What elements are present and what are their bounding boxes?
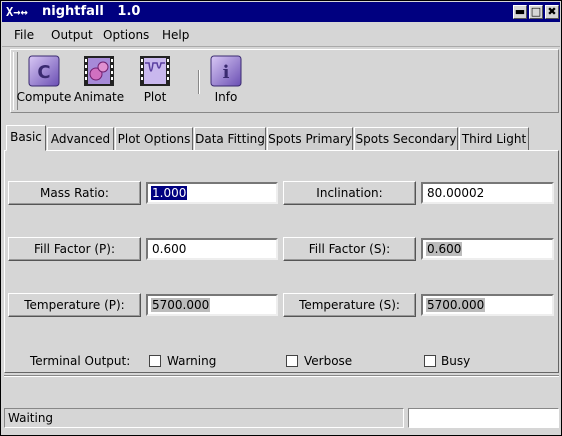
animate-icon xyxy=(83,55,115,87)
compute-icon: C xyxy=(28,55,60,87)
menu-output[interactable]: Output xyxy=(51,27,93,43)
tab-spots-secondary[interactable]: Spots Secondary xyxy=(354,127,458,151)
tab-plot-options[interactable]: Plot Options xyxy=(115,127,193,151)
animate-label: Animate xyxy=(73,90,125,104)
svg-text:C: C xyxy=(37,62,50,83)
plot-button[interactable]: Plot xyxy=(127,55,183,111)
status-progress-area xyxy=(408,408,559,428)
animate-button[interactable]: Animate xyxy=(71,55,127,111)
warning-label[interactable]: Warning xyxy=(167,353,216,369)
busy-label[interactable]: Busy xyxy=(441,353,470,369)
title-bar[interactable]: X→↔ nightfall 1.0 ▬ □ ✖ xyxy=(2,2,560,22)
tab-advanced[interactable]: Advanced xyxy=(47,127,114,151)
tab-third-light[interactable]: Third Light xyxy=(459,127,529,151)
compute-button[interactable]: C Compute xyxy=(16,55,72,111)
info-icon: i xyxy=(210,55,242,87)
temperature-p-button[interactable]: Temperature (P): xyxy=(8,293,141,317)
tab-spots-primary[interactable]: Spots Primary xyxy=(267,127,353,151)
plot-label: Plot xyxy=(143,90,167,104)
svg-text:i: i xyxy=(223,62,230,83)
fill-factor-s-button[interactable]: Fill Factor (S): xyxy=(283,237,416,261)
warning-checkbox[interactable] xyxy=(149,355,161,367)
fill-factor-p-input[interactable]: 0.600 xyxy=(146,238,278,260)
compute-label: Compute xyxy=(16,90,72,104)
app-window: X→↔ nightfall 1.0 ▬ □ ✖ File Output Opti… xyxy=(0,0,562,436)
minimize-button[interactable]: ▬ xyxy=(513,5,527,19)
temperature-p-input[interactable]: 5700.000 xyxy=(146,294,278,316)
info-button[interactable]: i Info xyxy=(198,55,254,111)
mass-ratio-input[interactable]: 1.000 xyxy=(146,182,278,204)
status-separator xyxy=(4,375,559,377)
inclination-button[interactable]: Inclination: xyxy=(283,181,416,205)
window-menu-icon[interactable]: X→↔ xyxy=(6,3,34,21)
window-title: nightfall 1.0 xyxy=(42,4,141,19)
menu-file[interactable]: File xyxy=(14,27,34,43)
maximize-button[interactable]: □ xyxy=(529,5,543,19)
temperature-s-input[interactable]: 5700.000 xyxy=(421,294,554,316)
tab-data-fitting[interactable]: Data Fitting xyxy=(194,127,266,151)
plot-icon xyxy=(139,55,171,87)
inclination-input[interactable]: 80.00002 xyxy=(421,182,554,204)
fill-factor-s-input[interactable]: 0.600 xyxy=(421,238,554,260)
fill-factor-p-button[interactable]: Fill Factor (P): xyxy=(8,237,141,261)
toolbar: C Compute Animate Plot i Info xyxy=(10,49,559,113)
verbose-label[interactable]: Verbose xyxy=(304,353,352,369)
temperature-s-button[interactable]: Temperature (S): xyxy=(283,293,416,317)
verbose-checkbox[interactable] xyxy=(286,355,298,367)
terminal-output-label: Terminal Output: xyxy=(30,354,131,368)
status-bar: Waiting xyxy=(4,408,404,428)
menu-help[interactable]: Help xyxy=(162,27,189,43)
mass-ratio-button[interactable]: Mass Ratio: xyxy=(8,181,141,205)
menu-bar: File Output Options Help xyxy=(2,23,560,47)
tab-basic[interactable]: Basic xyxy=(6,125,46,151)
menu-options[interactable]: Options xyxy=(103,27,149,43)
busy-checkbox[interactable] xyxy=(424,355,436,367)
close-button[interactable]: ✖ xyxy=(545,5,559,19)
info-label: Info xyxy=(214,90,238,104)
tab-bar: Basic Advanced Plot Options Data Fitting… xyxy=(1,125,561,151)
